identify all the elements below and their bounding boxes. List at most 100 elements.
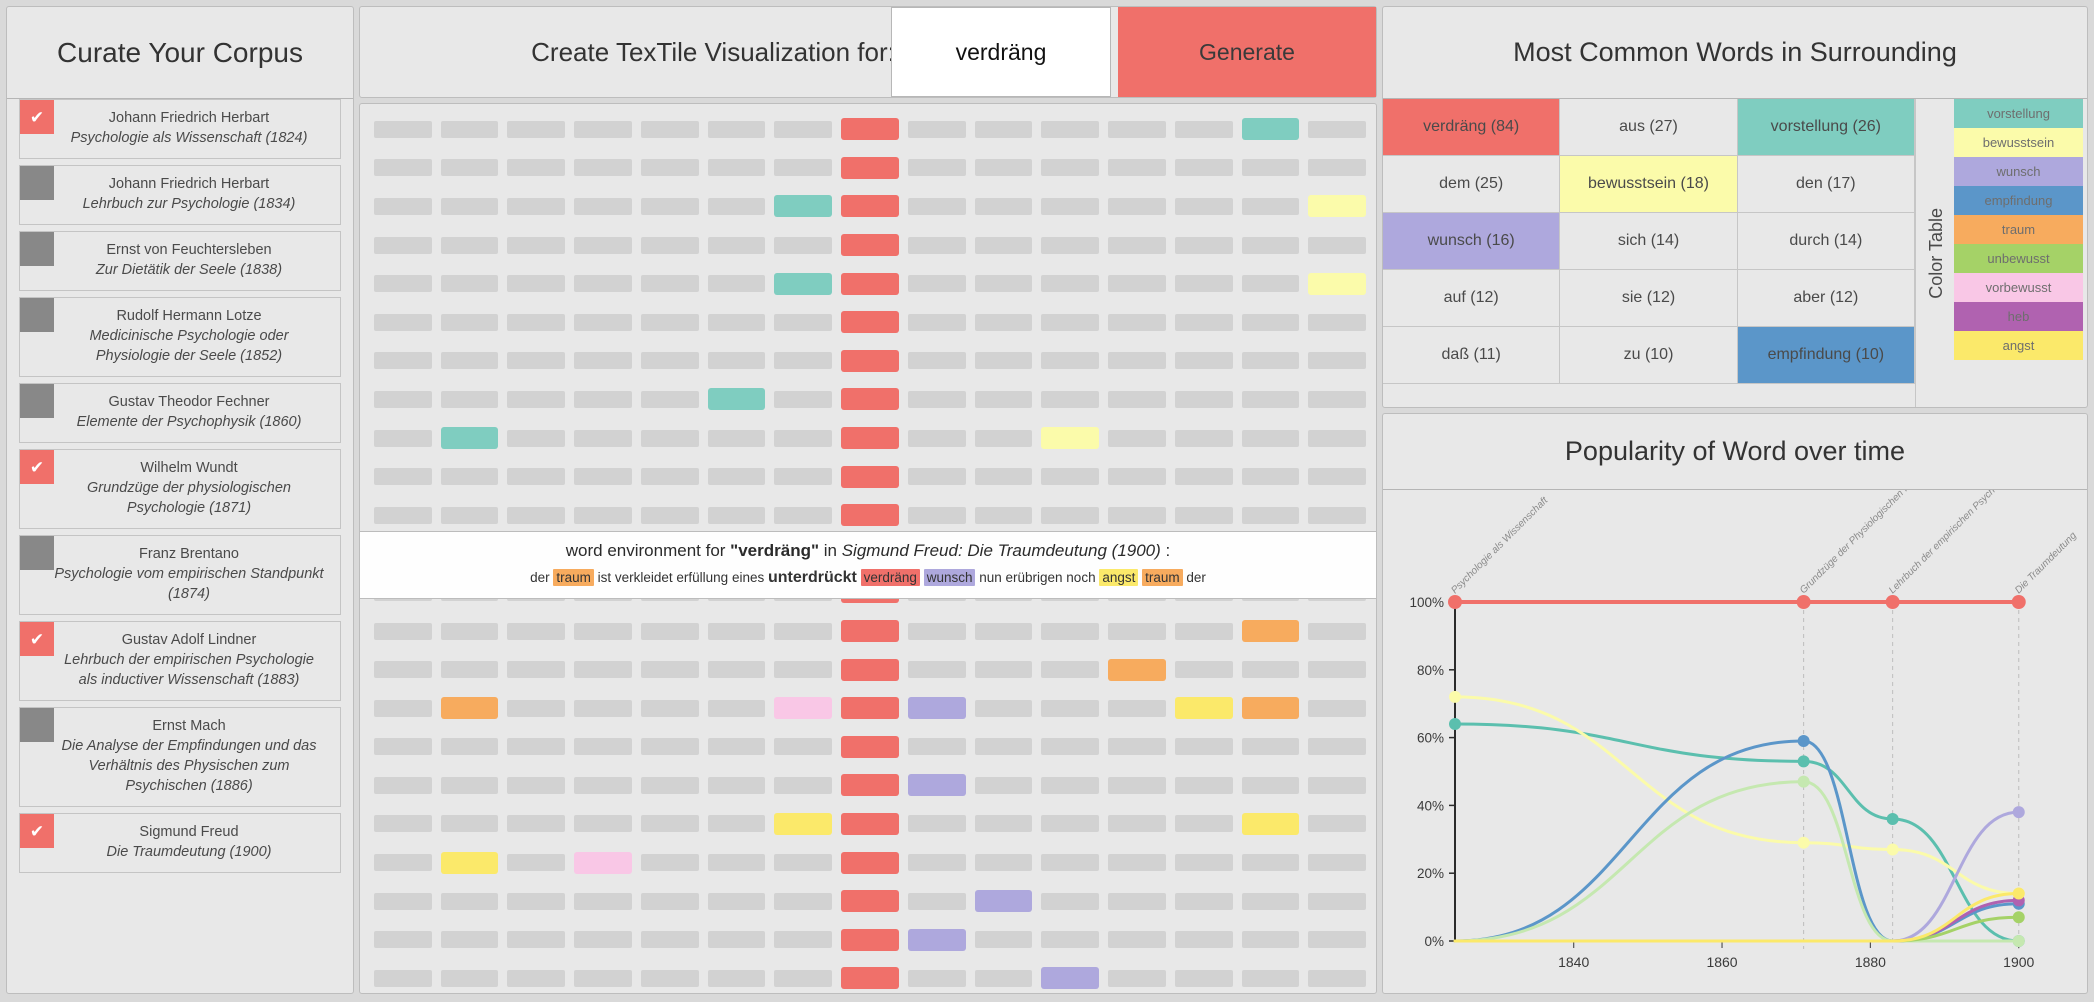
- tile-plain[interactable]: [1108, 931, 1166, 949]
- tile-plain[interactable]: [574, 661, 632, 679]
- tile-plain[interactable]: [1108, 352, 1166, 370]
- tile-colored[interactable]: [1174, 697, 1233, 720]
- tile-plain[interactable]: [440, 468, 499, 486]
- tile-colored[interactable]: [907, 928, 966, 951]
- tile-plain[interactable]: [574, 120, 632, 138]
- tile-plain[interactable]: [574, 622, 632, 640]
- tile-plain[interactable]: [640, 159, 699, 177]
- tile-plain[interactable]: [640, 429, 699, 447]
- tile-plain[interactable]: [507, 815, 566, 833]
- tile-plain[interactable]: [1241, 390, 1300, 408]
- tile-plain[interactable]: [440, 815, 499, 833]
- tile-plain[interactable]: [507, 854, 566, 872]
- corpus-item[interactable]: Ernst Mach Die Analyse der Empfindungen u…: [19, 707, 341, 807]
- tile-plain[interactable]: [1241, 969, 1300, 987]
- tile-plain[interactable]: [1308, 313, 1367, 331]
- tile-plain[interactable]: [507, 352, 566, 370]
- series-point-wunsch[interactable]: [2012, 806, 2025, 819]
- tile-plain[interactable]: [774, 854, 833, 872]
- chart-area[interactable]: 0% 20% 40% 60% 80% 100% 1840 1860 1880 1900 Psycho…: [1383, 490, 2087, 993]
- tile-plain[interactable]: [707, 197, 766, 215]
- tile-keyword[interactable]: [841, 890, 899, 913]
- tile-plain[interactable]: [1041, 275, 1100, 293]
- tile-plain[interactable]: [907, 120, 966, 138]
- tile-plain[interactable]: [1308, 236, 1367, 254]
- tile-plain[interactable]: [707, 815, 766, 833]
- tile-plain[interactable]: [374, 699, 432, 717]
- tile-keyword[interactable]: [841, 812, 899, 835]
- tile-plain[interactable]: [707, 776, 766, 794]
- corpus-item[interactable]: ✔ Gustav Adolf Lindner Lehrbuch der empiri…: [19, 621, 341, 701]
- tile-plain[interactable]: [1241, 661, 1300, 679]
- tile-colored[interactable]: [907, 774, 966, 797]
- tile-plain[interactable]: [640, 815, 699, 833]
- tile-plain[interactable]: [1041, 892, 1100, 910]
- common-word-cell[interactable]: empfindung (10): [1737, 327, 1915, 384]
- tile-plain[interactable]: [907, 390, 966, 408]
- tile-plain[interactable]: [1241, 854, 1300, 872]
- tile-plain[interactable]: [1108, 506, 1166, 524]
- tile-plain[interactable]: [640, 699, 699, 717]
- common-word-cell[interactable]: aus (27): [1560, 99, 1738, 156]
- tile-plain[interactable]: [507, 197, 566, 215]
- tile-plain[interactable]: [507, 159, 566, 177]
- series-point-verdräng[interactable]: [1448, 595, 1462, 609]
- series-point-verdräng[interactable]: [1796, 595, 1811, 609]
- series-point-unbewusst[interactable]: [1797, 775, 1810, 788]
- tile-plain[interactable]: [1174, 468, 1233, 486]
- tile-plain[interactable]: [1041, 661, 1100, 679]
- corpus-item[interactable]: Johann Friedrich Herbart Lehrbuch zur Psy…: [19, 165, 341, 225]
- tile-plain[interactable]: [907, 661, 966, 679]
- tile-plain[interactable]: [974, 661, 1033, 679]
- tile-plain[interactable]: [640, 776, 699, 794]
- tile-plain[interactable]: [440, 661, 499, 679]
- tile-plain[interactable]: [1241, 159, 1300, 177]
- tile-plain[interactable]: [374, 815, 432, 833]
- common-word-cell[interactable]: wunsch (16): [1383, 213, 1561, 270]
- tile-plain[interactable]: [507, 429, 566, 447]
- tile-plain[interactable]: [1108, 236, 1166, 254]
- tile-plain[interactable]: [1241, 776, 1300, 794]
- tile-colored[interactable]: [707, 388, 766, 411]
- tile-plain[interactable]: [707, 468, 766, 486]
- tile-keyword[interactable]: [841, 388, 899, 411]
- tile-keyword[interactable]: [841, 620, 899, 643]
- tile-plain[interactable]: [1041, 506, 1100, 524]
- tile-plain[interactable]: [1308, 699, 1367, 717]
- series-point-unbewusst[interactable]: [2012, 935, 2025, 947]
- tile-plain[interactable]: [1174, 506, 1233, 524]
- tile-plain[interactable]: [440, 892, 499, 910]
- tile-plain[interactable]: [1174, 197, 1233, 215]
- tile-plain[interactable]: [707, 892, 766, 910]
- tile-plain[interactable]: [1174, 275, 1233, 293]
- tile-keyword[interactable]: [841, 156, 899, 179]
- tile-plain[interactable]: [907, 352, 966, 370]
- tile-plain[interactable]: [707, 854, 766, 872]
- tile-plain[interactable]: [507, 236, 566, 254]
- tile-plain[interactable]: [1308, 969, 1367, 987]
- tile-plain[interactable]: [907, 236, 966, 254]
- tile-plain[interactable]: [1108, 468, 1166, 486]
- color-table-swatch[interactable]: empfindung: [1954, 186, 2083, 215]
- tile-plain[interactable]: [774, 120, 833, 138]
- tile-plain[interactable]: [1308, 815, 1367, 833]
- tile-plain[interactable]: [640, 390, 699, 408]
- tile-plain[interactable]: [774, 969, 833, 987]
- series-point-bewusstsein[interactable]: [1449, 690, 1461, 703]
- checkbox-unchecked-icon[interactable]: [20, 298, 54, 332]
- tile-plain[interactable]: [574, 969, 632, 987]
- tile-colored[interactable]: [440, 427, 499, 450]
- tile-plain[interactable]: [640, 313, 699, 331]
- tile-plain[interactable]: [374, 738, 432, 756]
- series-point-vorstellung[interactable]: [1449, 718, 1461, 731]
- tile-plain[interactable]: [640, 854, 699, 872]
- tile-plain[interactable]: [1308, 776, 1367, 794]
- tile-plain[interactable]: [440, 159, 499, 177]
- tile-plain[interactable]: [974, 120, 1033, 138]
- tile-plain[interactable]: [1174, 120, 1233, 138]
- tile-plain[interactable]: [507, 969, 566, 987]
- tile-plain[interactable]: [774, 468, 833, 486]
- tile-plain[interactable]: [507, 313, 566, 331]
- tile-plain[interactable]: [1241, 738, 1300, 756]
- tile-plain[interactable]: [574, 506, 632, 524]
